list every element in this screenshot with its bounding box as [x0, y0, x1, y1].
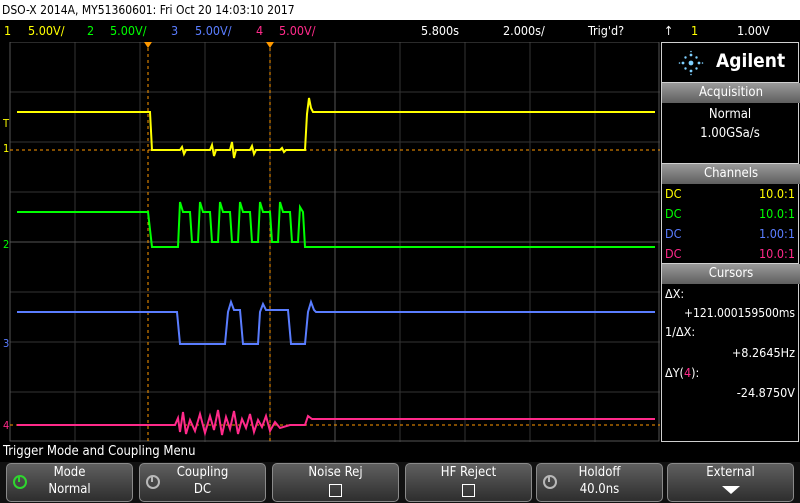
channels-header: Channels	[662, 164, 800, 184]
grid-lines	[10, 42, 660, 442]
cursor-x1-marker	[144, 42, 152, 48]
knob-icon	[146, 475, 160, 489]
time-delay[interactable]: 5.800s	[421, 20, 459, 42]
channels-panel[interactable]: Channels DC 10.0:1 DC 10.0:1 DC 1.00:1 DC 10…	[661, 163, 800, 265]
ch4-waveform	[17, 409, 655, 437]
ch4-ground-marker[interactable]: 4	[3, 420, 9, 431]
channel-row-4: DC 10.0:1	[665, 246, 795, 261]
trigger-level-marker[interactable]: T	[3, 118, 9, 129]
ch1-number[interactable]: 1	[4, 20, 11, 42]
ch4-number[interactable]: 4	[256, 20, 263, 42]
ch2-scale[interactable]: 5.00V/	[110, 20, 147, 42]
trigger-level[interactable]: 1.00V	[737, 20, 770, 42]
acquisition-rate: 1.00GSa/s	[700, 126, 760, 141]
waveform-graticule	[9, 41, 660, 442]
ch1-scale[interactable]: 5.00V/	[28, 20, 65, 42]
cursor-dx-label: ΔX:	[665, 286, 685, 301]
cursor-dy-label: ΔY(4):	[665, 365, 700, 380]
cursor-x2-marker	[266, 42, 274, 48]
hf-reject-softkey[interactable]: HF Reject	[405, 463, 532, 502]
trigger-channel[interactable]: 1	[691, 20, 698, 42]
ch3-waveform	[17, 298, 655, 345]
acquisition-header: Acquisition	[662, 83, 800, 103]
down-arrow-icon	[721, 486, 740, 494]
external-softkey[interactable]: External	[667, 463, 794, 502]
ch1-ground-marker[interactable]: 1	[3, 143, 9, 154]
channel-row-2: DC 10.0:1	[665, 206, 795, 221]
noise-reject-softkey[interactable]: Noise Rej	[272, 463, 399, 502]
title-bar: DSO-X 2014A, MY51360601: Fri Oct 20 14:0…	[0, 0, 800, 20]
side-panel: Agilent Acquisition Normal 1.00GSa/s Cha…	[660, 42, 800, 442]
ch3-ground-marker[interactable]: 3	[3, 338, 9, 349]
ch2-number[interactable]: 2	[87, 20, 94, 42]
channel-bar: 1 5.00V/ 2 5.00V/ 3 5.00V/ 4 5.00V/ 5.80…	[0, 20, 800, 42]
hf-reject-checkbox-icon[interactable]	[462, 484, 475, 497]
ch3-scale[interactable]: 5.00V/	[195, 20, 232, 42]
knob-icon	[543, 475, 557, 489]
menu-label: Trigger Mode and Coupling Menu	[0, 442, 800, 462]
softkey-bar: Mode Normal Coupling DC Noise Rej HF Rejec…	[0, 462, 800, 503]
brand-name: Agilent	[716, 50, 786, 72]
cursors-panel[interactable]: Cursors ΔX: +121.000159500ms 1/ΔX: +8.26…	[661, 263, 800, 442]
acquisition-panel[interactable]: Acquisition Normal 1.00GSa/s	[661, 82, 800, 164]
ch2-waveform	[17, 201, 655, 248]
waveform-display[interactable]: 1 T 2 3 4	[0, 41, 660, 442]
ch3-number[interactable]: 3	[171, 20, 178, 42]
holdoff-softkey[interactable]: Holdoff 40.0ns	[536, 463, 663, 502]
mode-softkey[interactable]: Mode Normal	[6, 463, 133, 502]
channel-row-1: DC 10.0:1	[665, 186, 795, 201]
ch4-scale[interactable]: 5.00V/	[279, 20, 316, 42]
cursor-inv-dx-label: 1/ΔX:	[665, 324, 696, 339]
trigger-status: Trig'd?	[588, 23, 625, 38]
channel-row-3: DC 1.00:1	[665, 226, 795, 241]
ch2-ground-marker[interactable]: 2	[3, 239, 9, 250]
time-scale[interactable]: 2.000s/	[503, 20, 545, 42]
knob-icon	[13, 475, 27, 489]
coupling-softkey[interactable]: Coupling DC	[139, 463, 266, 502]
acquisition-mode: Normal	[708, 107, 752, 122]
trigger-slope-icon: ↑	[664, 23, 674, 38]
noise-reject-checkbox-icon[interactable]	[329, 484, 342, 497]
brand-box: Agilent	[661, 42, 799, 84]
ch1-waveform	[17, 97, 655, 159]
cursors-header: Cursors	[662, 264, 800, 284]
agilent-logo-icon	[678, 50, 704, 76]
